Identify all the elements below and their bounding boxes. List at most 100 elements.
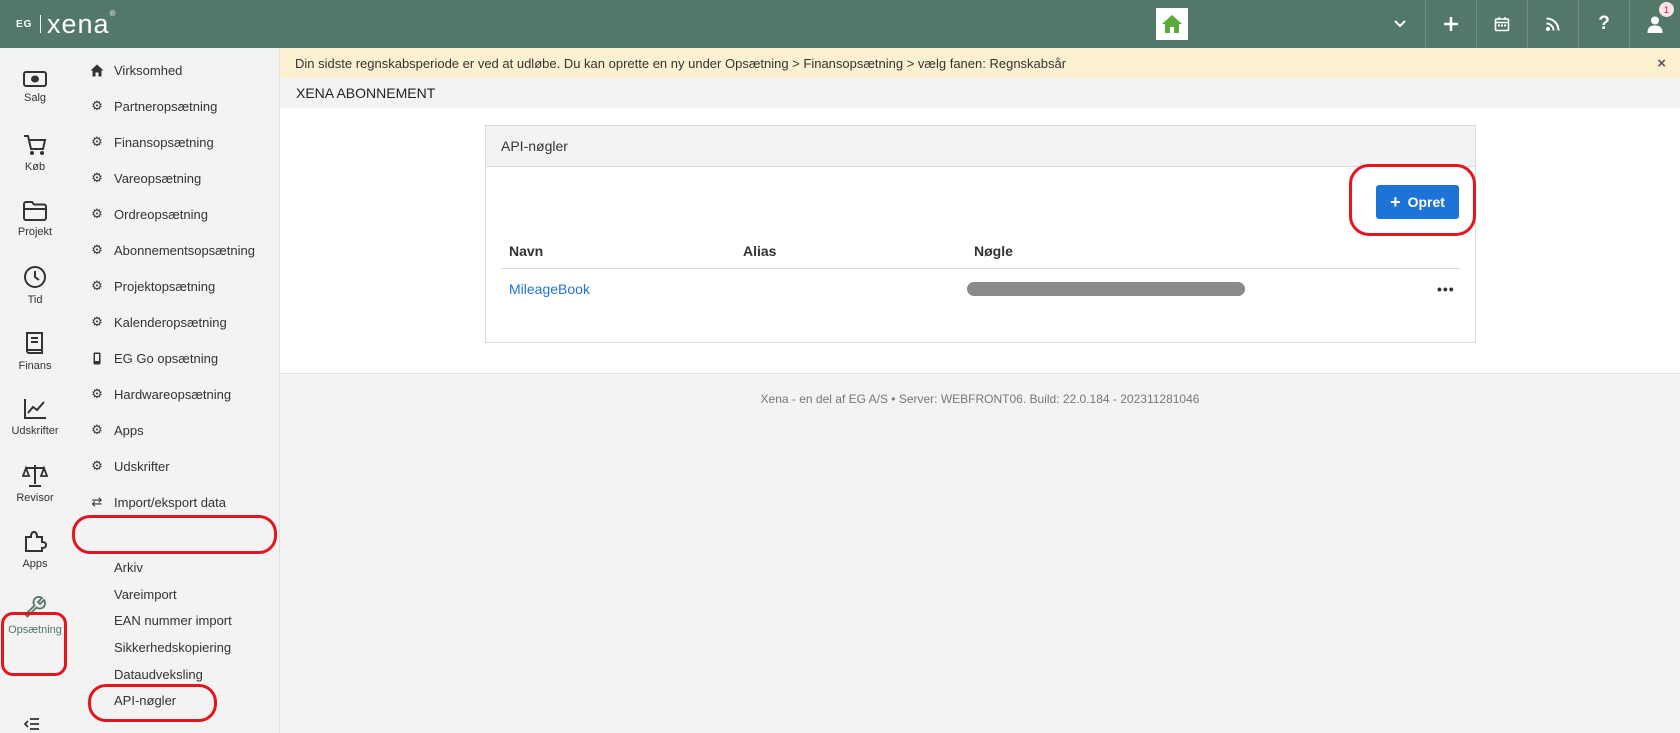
api-key-name-link[interactable]: MileageBook [509, 281, 590, 297]
nav-item-label: Import/eksport data [114, 494, 226, 510]
nav-sub-label: Dataudveksling [114, 666, 203, 682]
eg-logo-mark: EG [16, 18, 33, 30]
notification-badge: 1 [1659, 2, 1674, 17]
rail-item-projekt[interactable]: Projekt [0, 186, 70, 252]
nav-item-apps[interactable]: ⚙ Apps [88, 418, 144, 442]
create-new-button[interactable] [1425, 0, 1476, 48]
nav-item-label: Udskrifter [114, 458, 170, 474]
table-header-divider [501, 268, 1460, 269]
nav-item-projektopsaetning[interactable]: ⚙ Projektopsætning [88, 274, 215, 298]
collapse-menu-icon [23, 718, 39, 730]
gear-icon: ⚙ [91, 422, 103, 437]
nav-sub-dataudveksling[interactable]: Dataudveksling [114, 664, 203, 684]
gear-icon: ⚙ [91, 98, 103, 113]
nav-sub-ean-import[interactable]: EAN nummer import [114, 610, 232, 630]
chevron-down-icon [1394, 20, 1406, 28]
nav-sub-arkiv[interactable]: Arkiv [114, 557, 143, 577]
gear-icon: ⚙ [91, 314, 103, 329]
xena-logo[interactable]: EG xena® [16, 9, 116, 40]
gear-icon: ⚙ [91, 206, 103, 221]
rail-label: Finans [18, 359, 52, 372]
nav-item-label: Abonnementsopsætning [114, 242, 255, 258]
nav-sub-vareimport[interactable]: Vareimport [114, 584, 177, 604]
nav-item-abonnementsopsaetning[interactable]: ⚙ Abonnementsopsætning [88, 238, 255, 262]
top-bar: EG xena® ? 1 [0, 0, 1680, 48]
rail-label: Projekt [17, 225, 53, 238]
logo-divider [40, 15, 41, 33]
notice-text: Din sidste regnskabsperiode er ved at ud… [295, 55, 1067, 71]
footer-text: Xena - en del af EG A/S • Server: WEBFRO… [760, 392, 1200, 406]
rail-item-udskrifter[interactable]: Udskrifter [0, 384, 70, 450]
gear-icon: ⚙ [91, 458, 103, 473]
collapse-menu-button[interactable] [23, 718, 40, 733]
nav-sub-sikkerhedskopiering[interactable]: Sikkerhedskopiering [114, 637, 231, 657]
brand-name: xena® [47, 9, 116, 40]
nav-item-label: Partneropsætning [114, 98, 218, 114]
question-icon: ? [1598, 13, 1610, 34]
rail-item-tid[interactable]: Tid [0, 252, 70, 318]
rail-item-revisor[interactable]: Revisor [0, 450, 70, 516]
rail-item-salg[interactable]: Salg [0, 54, 70, 120]
nav-item-label: Projektopsætning [114, 278, 216, 294]
gear-icon: ⚙ [91, 242, 103, 257]
gear-icon: ⚙ [91, 134, 103, 149]
annotation-highlight-opsaetning [1, 612, 67, 676]
mobile-icon [93, 352, 101, 364]
rail-label: Revisor [16, 491, 54, 504]
annotation-highlight-api-keys [88, 684, 217, 722]
close-notice-button[interactable]: × [1657, 55, 1666, 72]
panel-header: API-nøgler [486, 126, 1475, 167]
home-button[interactable] [1156, 8, 1188, 40]
panel-title: API-nøgler [501, 138, 568, 154]
rail-item-koeb[interactable]: Køb [0, 120, 70, 186]
rail-label: Udskrifter [11, 424, 59, 437]
column-header-noegle: Nøgle [974, 243, 1013, 259]
feed-button[interactable] [1527, 0, 1578, 48]
rail-label: Køb [24, 160, 46, 173]
notice-banner: Din sidste regnskabsperiode er ved at ud… [280, 48, 1680, 78]
nav-item-eg-go[interactable]: EG Go opsætning [88, 346, 218, 370]
scales-icon [22, 464, 48, 487]
rail-item-finans[interactable]: Finans [0, 318, 70, 384]
nav-item-label: Apps [114, 422, 144, 438]
user-icon [1647, 16, 1663, 33]
rss-icon [1546, 17, 1560, 31]
cart-icon [24, 134, 47, 155]
column-header-alias: Alias [743, 243, 777, 259]
column-header-navn: Navn [509, 243, 544, 259]
rail-label: Tid [27, 293, 43, 306]
nav-item-label: EG Go opsætning [114, 350, 219, 366]
nav-item-kalenderopsaetning[interactable]: ⚙ Kalenderopsætning [88, 310, 227, 334]
row-actions-button[interactable]: ••• [1437, 281, 1455, 297]
company-dropdown-button[interactable] [1375, 0, 1425, 48]
page-title: XENA ABONNEMENT [296, 85, 436, 101]
help-button[interactable]: ? [1578, 0, 1629, 48]
nav-item-import-eksport[interactable]: ⇄ Import/eksport data [88, 490, 226, 514]
nav-item-hardwareopsaetning[interactable]: ⚙ Hardwareopsætning [88, 382, 231, 406]
nav-sub-label: Sikkerhedskopiering [114, 639, 232, 655]
nav-item-partneropsaetning[interactable]: ⚙ Partneropsætning [88, 94, 217, 118]
nav-item-label: Kalenderopsætning [114, 314, 227, 330]
gear-icon: ⚙ [91, 386, 103, 401]
rail-label: Apps [22, 557, 48, 570]
nav-item-virksomhed[interactable]: Virksomhed [88, 58, 182, 82]
nav-item-udskrifter[interactable]: ⚙ Udskrifter [88, 454, 170, 478]
calendar-button[interactable] [1476, 0, 1527, 48]
nav-item-finansopsaetning[interactable]: ⚙ Finansopsætning [88, 130, 214, 154]
nav-item-vareopsaetning[interactable]: ⚙ Vareopsætning [88, 166, 201, 190]
nav-item-ordreopsaetning[interactable]: ⚙ Ordreopsætning [88, 202, 208, 226]
page-header: XENA ABONNEMENT [280, 78, 1680, 108]
nav-item-label: Vareopsætning [114, 170, 202, 186]
annotation-highlight-create [1349, 164, 1476, 236]
nav-item-label: Ordreopsætning [114, 206, 208, 222]
api-keys-panel: API-nøgler + Opret Navn Alias Nøgle Mile… [485, 125, 1476, 343]
settings-nav: Virksomhed ⚙ Partneropsætning ⚙ Finansop… [70, 48, 280, 733]
footer: Xena - en del af EG A/S • Server: WEBFRO… [280, 374, 1680, 733]
nav-item-label: Finansopsætning [114, 134, 214, 150]
rail-item-apps[interactable]: Apps [0, 516, 70, 582]
clock-icon [24, 265, 46, 288]
plus-icon [1444, 17, 1458, 31]
user-menu-button[interactable]: 1 [1629, 0, 1680, 48]
brand-trademark: ® [109, 8, 117, 18]
house-icon [1162, 15, 1182, 33]
